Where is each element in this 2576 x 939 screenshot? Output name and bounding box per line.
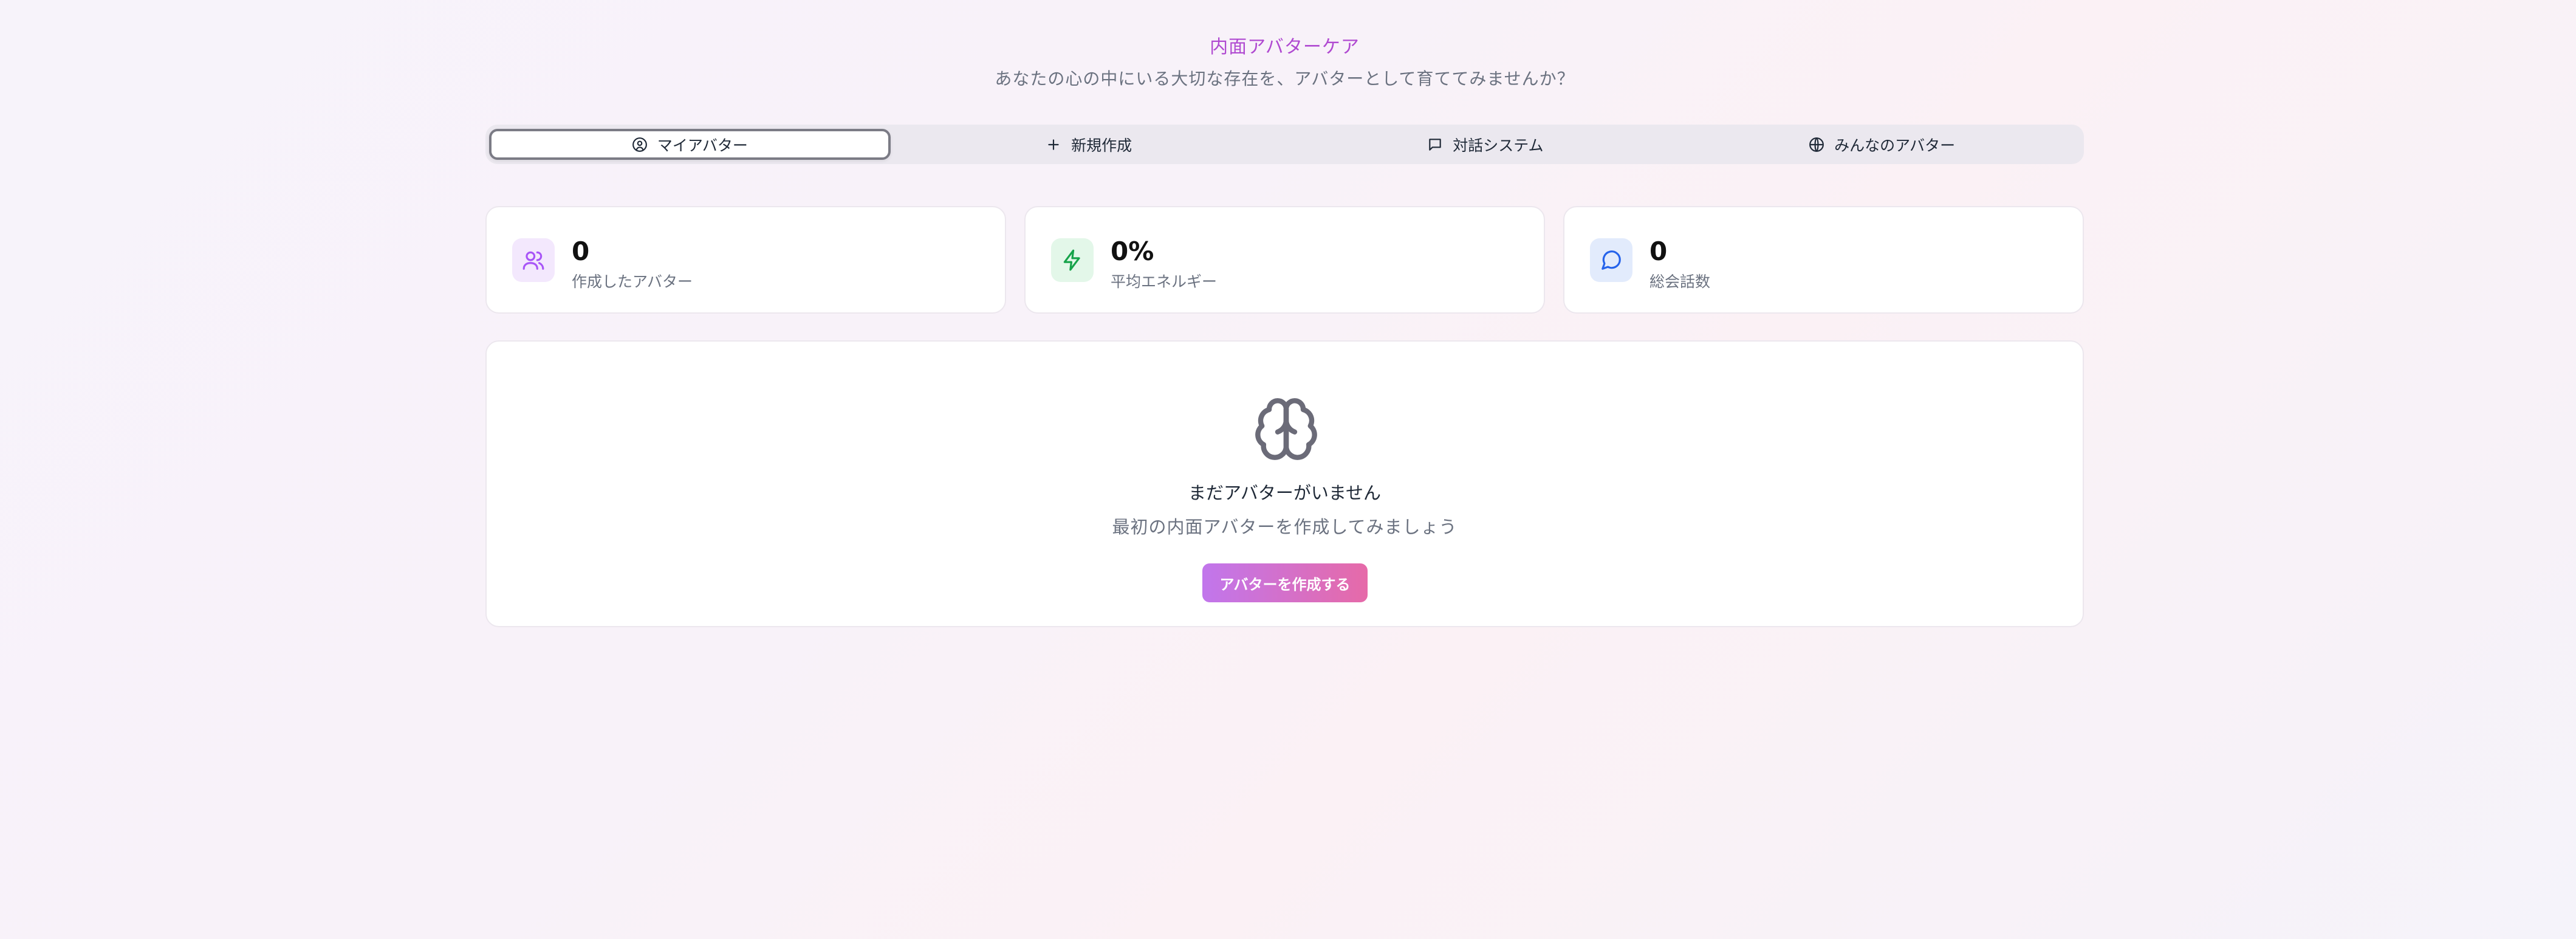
tab-new[interactable]: 新規作成 (891, 129, 1287, 160)
app-subtitle: あなたの心の中にいる大切な存在を、アバターとして育ててみませんか？ (995, 69, 1575, 89)
stat-label: 総会話数 (1649, 273, 1711, 291)
stat-label: 作成したアバター (572, 273, 693, 291)
globe-icon (1809, 137, 1824, 152)
tab-my-avatar[interactable]: マイアバター (489, 129, 891, 160)
avatar-face-icon (632, 137, 647, 152)
stat-label: 平均エネルギー (1111, 273, 1218, 291)
tab-bar: マイアバター 新規作成 対話システム みんなのアバター (485, 125, 2084, 164)
tab-label: 対話システム (1453, 136, 1544, 154)
stat-card-avatars: 0 作成したアバター (485, 206, 1006, 314)
stat-value: 0 (1649, 236, 1668, 266)
empty-state-title: まだアバターがいません (1188, 483, 1381, 503)
stat-icon-box (512, 238, 555, 282)
tab-label: 新規作成 (1071, 136, 1132, 154)
stat-card-conversations: 0 総会話数 (1563, 206, 2084, 314)
tab-chat[interactable]: 対話システム (1287, 129, 1684, 160)
tab-community[interactable]: みんなのアバター (1684, 129, 2080, 160)
lightning-icon (1063, 249, 1080, 271)
stat-icon-box (1590, 238, 1632, 282)
stat-value: 0 (572, 236, 590, 266)
message-circle-icon (1601, 250, 1621, 270)
empty-state-card: まだアバターがいません 最初の内面アバターを作成してみましょう アバターを作成す… (485, 340, 2084, 627)
plus-icon (1048, 139, 1059, 150)
stats-row: 0 作成したアバター 0% 平均エネルギー 0 総会話数 (485, 206, 2084, 314)
tab-label: マイアバター (657, 136, 748, 154)
users-icon (522, 251, 544, 270)
app-title: 内面アバターケア (1210, 36, 1360, 58)
stat-value: 0% (1111, 236, 1154, 266)
tab-label: みんなのアバター (1834, 136, 1956, 154)
stat-icon-box (1051, 238, 1094, 282)
stat-card-energy: 0% 平均エネルギー (1024, 206, 1545, 314)
chat-icon (1429, 138, 1441, 151)
create-avatar-button[interactable]: アバターを作成する (1202, 563, 1368, 602)
empty-state-description: 最初の内面アバターを作成してみましょう (1112, 517, 1458, 537)
brain-icon (1255, 398, 1317, 460)
